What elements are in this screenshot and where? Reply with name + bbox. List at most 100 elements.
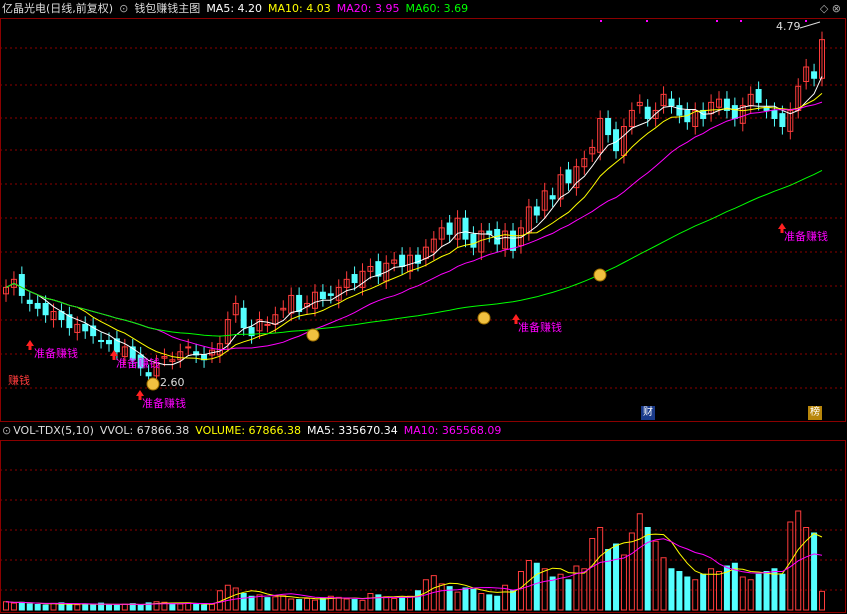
volume-bar [66,604,73,611]
candle-body [644,106,651,119]
volume-bar [486,594,493,611]
volume-bar [541,568,548,611]
signal-label-4: 准备赚钱 [518,321,562,334]
volume-bar [716,571,723,611]
volume-bar [470,588,477,611]
volume-bar [3,601,9,611]
volume-bar [50,602,57,611]
top-marker-dot [740,20,742,22]
volume-bar [248,595,255,611]
volume-bar [819,590,825,611]
volume-bar [684,576,691,611]
volume-bar [668,568,675,611]
volume-bar [700,573,707,611]
volume-bar [18,601,25,611]
volume-ma10-line [5,538,823,605]
volume-bar [510,590,517,611]
volume-bar [82,603,89,611]
candle-body [549,195,556,200]
volume-bar [105,604,112,611]
volume-bar [383,596,390,611]
volume-bar [581,568,588,611]
volume-bar [589,538,596,611]
low-label: 2.60 [160,376,185,389]
stock-chart[interactable] [0,0,847,614]
volume-bar [597,527,604,611]
volume-bar [747,579,754,611]
volume-bar [557,573,564,611]
volume-bar [280,595,287,611]
volume-bar [343,598,350,611]
candle-body [264,323,271,326]
volume-bar [240,593,247,611]
volume-bar [620,554,627,611]
ma20-line [5,101,823,351]
volume-bar [177,603,184,611]
candle-body [296,294,303,313]
money-bag-icon [306,328,320,342]
candle-body [98,339,105,342]
volume-bar [660,557,667,611]
volume-bar [335,596,342,611]
volume-bar [90,604,97,611]
candle-body [533,206,540,216]
volume-bar [494,595,501,611]
volume-bar [121,603,128,611]
volume-bar [407,595,414,611]
candle-body [18,274,25,296]
volume-bar [613,543,620,611]
volume-bar [462,587,469,611]
volume-bar [708,568,715,611]
volume-bar [739,576,746,611]
candle-body [811,71,818,79]
volume-bar [288,598,295,611]
high-marker-line [799,21,821,29]
volume-bar [779,573,786,611]
candle-body [42,302,49,316]
candle-body [26,299,33,304]
candle-body [105,339,112,345]
volume-bar [803,527,810,611]
candle-body [351,274,358,284]
volume-bar [272,596,279,611]
volume-bar [26,603,33,611]
money-bag-icon [477,311,491,325]
candle-body [34,302,41,309]
candle-body [605,117,612,136]
volume-bar [628,532,635,611]
volume-bar [478,593,485,611]
volume-bar [296,599,303,611]
ma10-line [5,93,823,361]
volume-bar [565,579,572,611]
candle-body [565,169,572,184]
volume-bar [517,571,524,611]
candle-body [185,346,192,349]
top-marker-dot [716,20,718,22]
volume-bar [74,604,81,611]
volume-bar [771,568,778,611]
candle-body [668,98,675,107]
volume-bar [636,513,643,611]
candle-body [240,307,247,329]
candle-body [731,105,738,119]
cai-badge[interactable]: 财 [641,406,655,420]
candle-body [779,113,786,128]
candle-body [399,254,406,267]
volume-bar [311,599,318,611]
signal-label-5: 准备赚钱 [784,230,828,243]
volume-bar [454,591,461,611]
candle-body [327,293,334,296]
volume-bar [367,593,374,611]
zhang-badge[interactable]: 榜 [808,406,822,420]
volume-bar [644,527,651,611]
high-label: 4.79 [776,20,801,33]
volume-bar [264,597,271,611]
volume-bar [533,562,540,611]
top-marker-dot [805,20,807,22]
signal-label-2: 准备赚钱 [116,357,160,370]
volume-bar [414,590,421,611]
candle-body [470,233,477,248]
volume-bar [391,597,398,611]
earn-label: 赚钱 [8,374,30,387]
volume-bar [351,599,358,611]
